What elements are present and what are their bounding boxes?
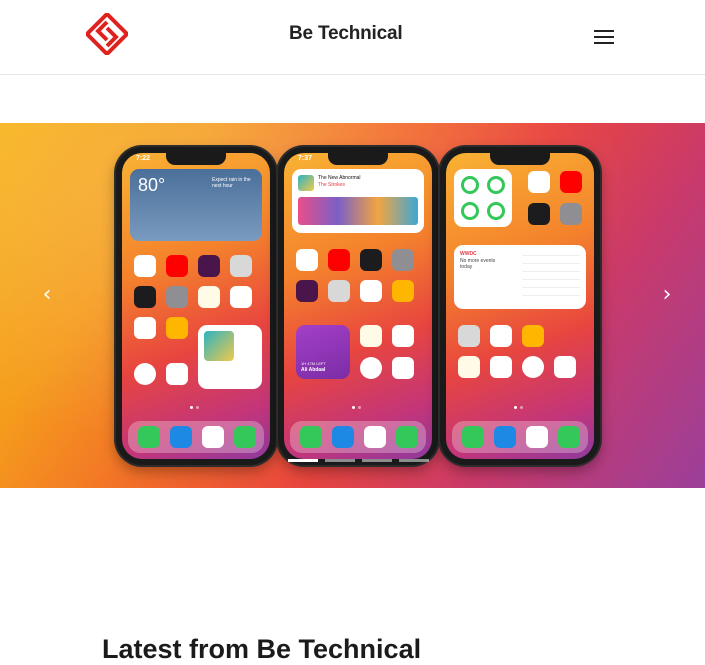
music-widget: The New Abnormal The Strokes: [292, 169, 424, 233]
youtube-icon: [560, 171, 582, 193]
chevron-right-icon: ›: [662, 282, 672, 307]
hamburger-menu-icon[interactable]: [590, 27, 618, 47]
maps-icon: [134, 255, 156, 277]
reminders-icon: [230, 286, 252, 308]
photos-icon: [490, 325, 512, 347]
mail-icon: [332, 426, 354, 448]
messages-icon: [300, 426, 322, 448]
settings-icon: [560, 203, 582, 225]
be-technical-logo-icon[interactable]: [84, 11, 130, 57]
settings-icon: [166, 286, 188, 308]
calendar-widget-note: No more events today: [460, 258, 496, 270]
camera-icon: [230, 255, 252, 277]
iphone-mockup: WWDC No more events today: [440, 147, 600, 465]
notes-icon: [360, 325, 382, 347]
album-art-image: [298, 175, 314, 191]
podcast-widget: 1H 47M LEFT Ali Abdaal: [296, 325, 350, 379]
maps-icon: [296, 249, 318, 271]
music-widget: [198, 325, 262, 389]
site-header: Be Technical: [0, 0, 705, 75]
phone-icon: [558, 426, 580, 448]
status-time: 7:22: [136, 155, 151, 162]
home-icon: [522, 325, 544, 347]
safari-icon: [364, 426, 386, 448]
photos-icon: [360, 280, 382, 302]
carousel-indicator[interactable]: [325, 459, 355, 462]
carousel-indicator[interactable]: [399, 459, 429, 462]
calendar-icon: [166, 363, 188, 385]
phone-icon: [234, 426, 256, 448]
maps-icon: [528, 171, 550, 193]
safari-icon: [202, 426, 224, 448]
camera-icon: [328, 280, 350, 302]
calendar-month-grid: [522, 251, 580, 303]
slack-icon: [198, 255, 220, 277]
clock-icon: [522, 356, 544, 378]
iphone-mockup: 7:37 The New Abnormal The Strokes 1H 47M…: [278, 147, 438, 465]
carousel-next-button[interactable]: ›: [655, 283, 679, 307]
home-icon: [392, 280, 414, 302]
clock-icon: [360, 357, 382, 379]
notes-icon: [198, 286, 220, 308]
clock-icon: [134, 363, 156, 385]
mail-icon: [494, 426, 516, 448]
calendar-icon: [554, 356, 576, 378]
messages-icon: [462, 426, 484, 448]
calendar-widget: WWDC No more events today: [454, 245, 586, 309]
app-dock: [128, 421, 264, 453]
settings-icon: [392, 249, 414, 271]
youtube-icon: [166, 255, 188, 277]
reminders-icon: [490, 356, 512, 378]
notes-icon: [458, 356, 480, 378]
podcast-show: Ali Abdaal: [301, 367, 326, 373]
latest-section-heading: Latest from Be Technical: [102, 634, 422, 665]
slack-icon: [296, 280, 318, 302]
youtube-icon: [328, 249, 350, 271]
hero-carousel: 7:22 80° Expect rain in the next hour 7:…: [0, 123, 705, 488]
carousel-indicator[interactable]: [362, 459, 392, 462]
music-artist: The Strokes: [318, 182, 345, 188]
album-art-image: [204, 331, 234, 361]
app-grid: [296, 249, 414, 302]
batteries-widget: [454, 169, 512, 227]
weather-note: Expect rain in the next hour: [212, 177, 251, 189]
mail-icon: [170, 426, 192, 448]
messages-icon: [138, 426, 160, 448]
app-dock: [290, 421, 426, 453]
chevron-left-icon: ‹: [42, 282, 52, 307]
safari-icon: [526, 426, 548, 448]
app-dock: [452, 421, 588, 453]
carousel-prev-button[interactable]: ‹: [35, 283, 59, 307]
app-grid: [458, 325, 576, 378]
carousel-indicator[interactable]: [288, 459, 318, 462]
album-strip-image: [298, 197, 418, 225]
calendar-widget-title: WWDC: [460, 251, 477, 257]
translate-icon: [528, 203, 550, 225]
phone-icon: [396, 426, 418, 448]
reminders-icon: [392, 325, 414, 347]
podcast-time-left: 1H 47M LEFT: [301, 361, 326, 366]
photos-icon: [134, 317, 156, 339]
status-time: 7:37: [298, 155, 313, 162]
home-icon: [166, 317, 188, 339]
calendar-icon: [392, 357, 414, 379]
translate-icon: [360, 249, 382, 271]
music-title: The New Abnormal: [318, 175, 361, 181]
weather-widget: 80° Expect rain in the next hour: [130, 169, 262, 241]
weather-temp: 80°: [138, 175, 166, 195]
brand-title[interactable]: Be Technical: [289, 23, 403, 45]
camera-icon: [458, 325, 480, 347]
translate-icon: [134, 286, 156, 308]
iphone-mockup: 7:22 80° Expect rain in the next hour: [116, 147, 276, 465]
